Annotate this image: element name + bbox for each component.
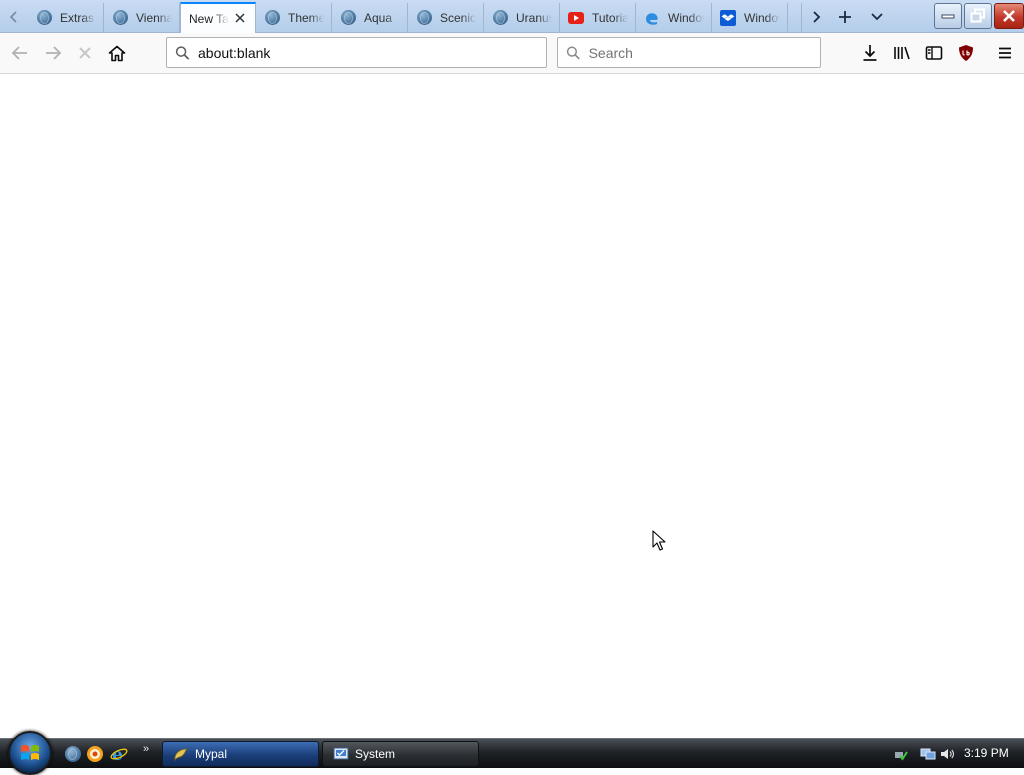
tab-overflow-partial[interactable] [788,3,802,32]
globe-icon [36,10,52,26]
arrow-right-icon [46,46,62,60]
list-all-tabs-button[interactable] [862,3,892,30]
quicklaunch-ie-icon[interactable]: e [110,745,128,763]
globe-icon [492,10,508,26]
stop-icon [79,47,91,59]
hamburger-menu-icon [999,47,1011,59]
globe-icon [416,10,432,26]
close-tab-icon[interactable] [233,11,247,25]
ublock-origin-button[interactable] [952,39,980,67]
chevron-right-icon [813,10,821,23]
tab-title: Vienna [136,10,172,25]
tab-title: Aqua [364,10,393,25]
globe-icon [340,10,356,26]
minimize-icon [941,14,955,19]
youtube-icon [568,10,584,26]
menu-button[interactable] [991,39,1019,67]
safely-remove-hardware-icon[interactable] [892,746,908,762]
taskbar-clock[interactable]: 3:19 PM [964,746,1009,760]
tab-uranus[interactable]: Uranus [484,3,560,32]
tab-extras[interactable]: Extras [28,3,104,32]
chevron-left-icon [9,10,17,23]
tab-aqua[interactable]: Aqua [332,3,408,32]
tab-windows-edge[interactable]: Windows [636,3,712,32]
windows-logo-icon [21,745,39,760]
ublock-shield-icon [959,45,973,61]
tab-title: Themes [288,10,324,25]
navigation-toolbar [0,33,1024,74]
library-icon [894,46,910,60]
taskbar: e » Mypal System 3:19 PM [0,731,1024,775]
tab-themes[interactable]: Themes [256,3,332,32]
minimize-button[interactable] [934,3,962,29]
search-input[interactable] [588,44,820,61]
volume-icon[interactable] [939,746,955,762]
system-icon [333,747,349,760]
url-bar[interactable] [166,37,547,68]
search-bar[interactable] [557,37,821,68]
library-button[interactable] [888,39,916,67]
edge-icon [644,10,660,26]
quicklaunch-more-icon[interactable]: » [143,743,149,755]
page-content [0,74,1024,738]
home-icon [108,45,126,61]
start-button[interactable] [8,731,52,775]
tabs-scroll-right-button[interactable] [801,3,831,30]
tab-scenic[interactable]: Scenic [408,3,484,32]
sidebar-icon [925,46,943,60]
chevron-down-icon [871,12,883,20]
url-input[interactable] [198,44,546,61]
tab-title: Extras [60,10,95,25]
new-tab-button[interactable] [830,3,860,30]
close-window-button[interactable] [994,3,1024,29]
taskbar-button-label: Mypal [195,747,228,761]
tab-vienna[interactable]: Vienna [104,3,180,32]
arrow-left-icon [11,46,27,60]
tab-title: Scenic [440,10,476,25]
tab-title: Windows [744,10,780,25]
search-icon [566,46,580,60]
sidebar-button[interactable] [920,39,948,67]
tab-title: New Tab [189,11,229,26]
close-icon [1003,10,1015,22]
tab-windows-dropbox[interactable]: Windows [712,3,788,32]
mouse-pointer-icon [652,530,668,555]
tab-title: Uranus [516,10,552,25]
tab-tutorial[interactable]: Tutorial [560,3,636,32]
tab-title: Windows [668,10,704,25]
stop-button[interactable] [71,39,99,67]
globe-icon [264,10,280,26]
restore-icon [970,8,985,23]
taskbar-button-system[interactable]: System [322,741,479,767]
dropbox-icon [720,9,736,26]
downloads-button[interactable] [856,39,884,67]
tab-title: Tutorial [592,10,628,25]
taskbar-button-mypal[interactable]: Mypal [162,741,319,767]
tabs-scroll-left-button[interactable] [0,3,28,30]
mypal-icon [174,748,188,762]
search-icon [175,45,190,60]
globe-icon [112,10,128,26]
home-button[interactable] [103,39,131,67]
back-button[interactable] [6,39,34,67]
tab-new-tab[interactable]: New Tab [180,2,256,33]
taskbar-button-label: System [355,747,396,761]
download-icon [863,45,877,61]
restore-button[interactable] [964,3,992,29]
quicklaunch-browser-icon[interactable] [86,745,104,763]
tab-strip: Extras Vienna New Tab Themes Aqua Scenic… [0,0,1024,33]
forward-button[interactable] [39,39,67,67]
quicklaunch-globe-icon[interactable] [64,745,82,763]
network-icon[interactable] [920,746,936,762]
plus-icon [839,10,851,23]
